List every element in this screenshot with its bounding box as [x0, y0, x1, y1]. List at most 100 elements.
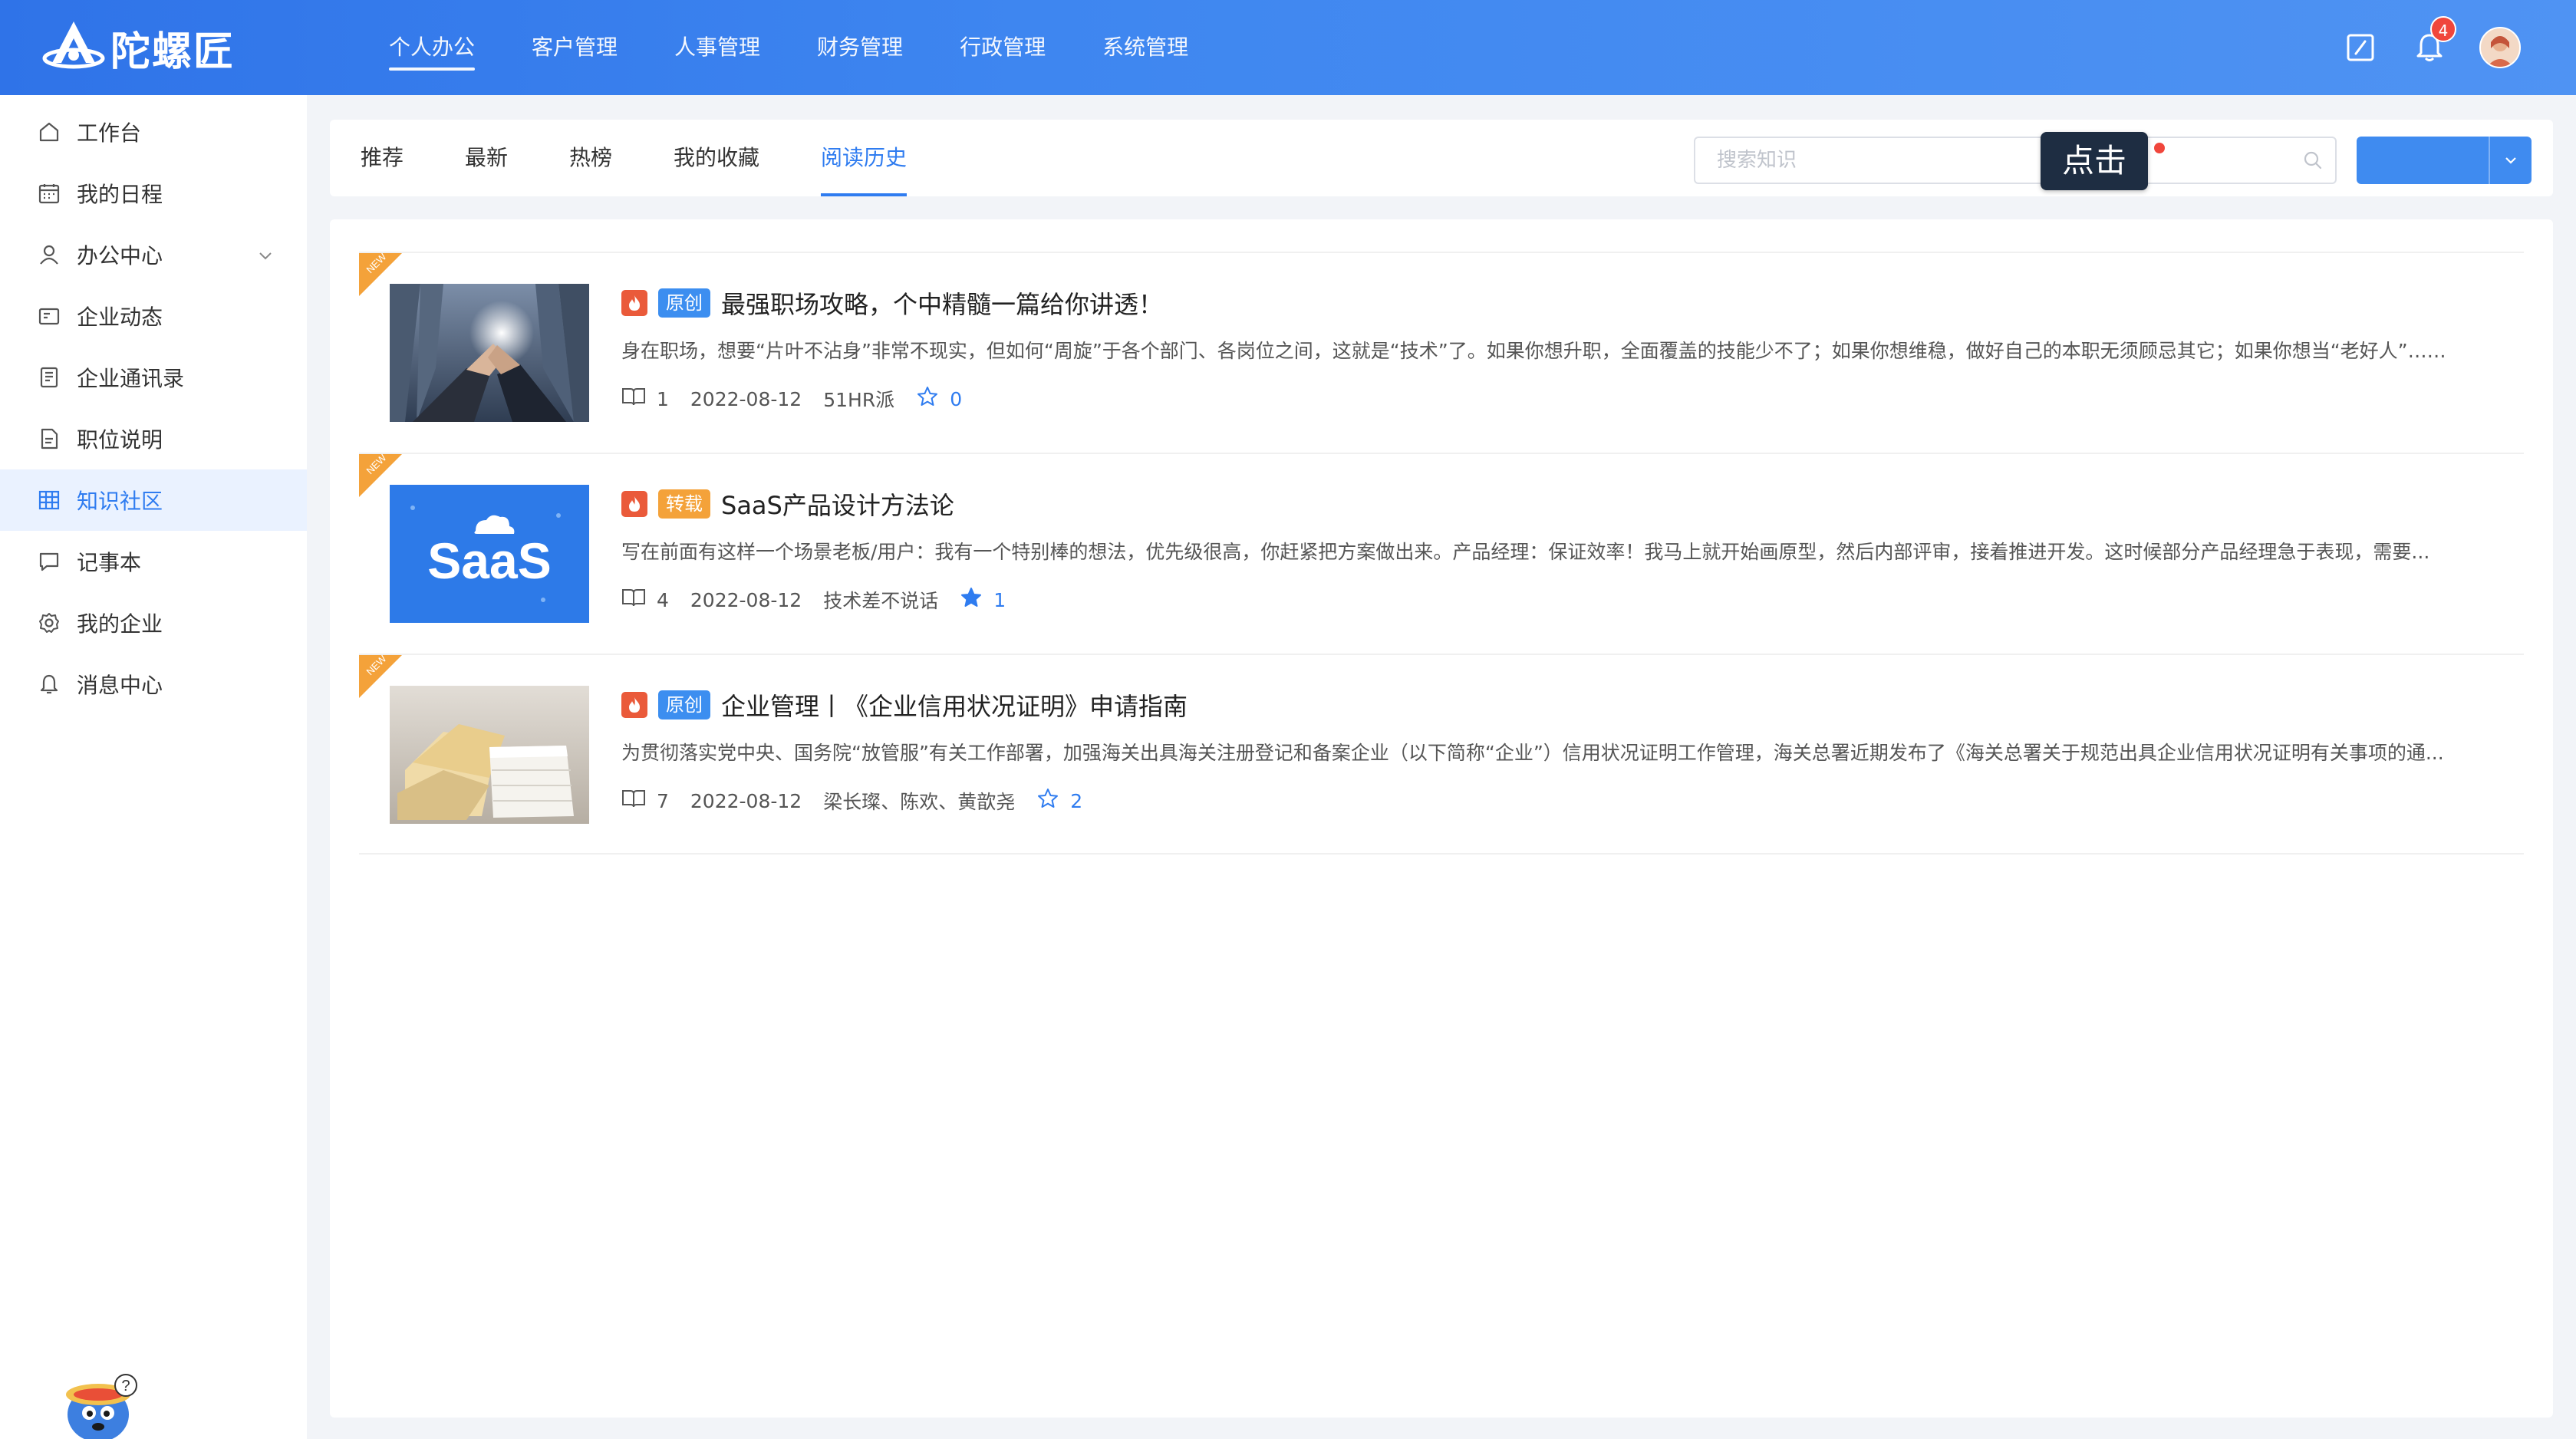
article-item[interactable]: NEW — [359, 654, 2524, 855]
sidebar-item-schedule[interactable]: 我的日程 — [0, 163, 307, 224]
publish-date: 2022-08-12 — [690, 789, 802, 812]
top-nav: 个人办公 客户管理 人事管理 财务管理 行政管理 系统管理 — [361, 0, 1217, 95]
sidebar-item-contacts[interactable]: 企业通讯录 — [0, 347, 307, 408]
avatar-icon — [2481, 28, 2519, 67]
sidebar-item-label: 我的日程 — [77, 182, 163, 207]
publish-date: 2022-08-12 — [690, 588, 802, 611]
chevron-down-icon — [256, 245, 275, 271]
favorite-count: 1 — [993, 588, 1006, 611]
sidebar-item-label: 消息中心 — [77, 673, 163, 698]
publish-date: 2022-08-12 — [690, 387, 802, 410]
user-icon — [37, 242, 61, 267]
article-title[interactable]: 企业管理丨《企业信用状况证明》申请指南 — [721, 687, 1188, 723]
article-summary: 写在前面有这样一个场景老板/用户：我有一个特别棒的想法，优先级很高，你赶紧把方案… — [621, 541, 2430, 563]
article-body: 原创 企业管理丨《企业信用状况证明》申请指南 为贯彻落实党中央、国务院“放管服”… — [621, 686, 2516, 815]
star-icon[interactable] — [916, 385, 939, 413]
header-actions: 4 — [2341, 0, 2521, 95]
topnav-item-finance[interactable]: 财务管理 — [789, 0, 931, 95]
book-icon — [621, 387, 646, 411]
search-input[interactable] — [1717, 149, 2284, 172]
sidebar-item-label: 知识社区 — [77, 489, 163, 514]
sidebar-item-office-center[interactable]: 办公中心 — [0, 224, 307, 285]
article-meta: 1 2022-08-12 51HR派 0 — [621, 385, 2516, 413]
split-dropdown-button[interactable] — [2489, 137, 2532, 184]
article-thumbnail[interactable]: SaaS — [390, 485, 589, 623]
sidebar-item-label: 企业动态 — [77, 305, 163, 330]
notification-button[interactable]: 4 — [2410, 16, 2456, 67]
article-title-row: 原创 企业管理丨《企业信用状况证明》申请指南 — [621, 686, 2516, 724]
topnav-item-system[interactable]: 系统管理 — [1074, 0, 1217, 95]
documents-image — [390, 686, 589, 824]
sidebar-item-label: 企业通讯录 — [77, 366, 185, 391]
edit-icon — [2347, 34, 2374, 61]
article-title-row: 转载 SaaS产品设计方法论 — [621, 485, 2516, 523]
topnav-item-customers[interactable]: 客户管理 — [503, 0, 646, 95]
contacts-icon — [37, 365, 61, 390]
news-icon — [37, 304, 61, 328]
topnav-item-admin[interactable]: 行政管理 — [931, 0, 1074, 95]
sidebar-item-notebook[interactable]: 记事本 — [0, 531, 307, 592]
article-title[interactable]: 最强职场攻略，个中精髓一篇给你讲透！ — [721, 285, 1163, 321]
grid-icon — [37, 488, 61, 512]
logo-icon — [42, 21, 105, 69]
article-type-tag: 原创 — [658, 690, 710, 720]
sidebar-item-news[interactable]: 企业动态 — [0, 285, 307, 347]
app-logo[interactable]: 陀螺匠 — [41, 18, 235, 77]
document-icon — [37, 426, 61, 451]
sidebar-item-label: 办公中心 — [77, 243, 163, 268]
cursor-indicator-dot — [2154, 143, 2165, 153]
user-avatar[interactable] — [2479, 27, 2521, 68]
sidebar-item-my-company[interactable]: 我的企业 — [0, 592, 307, 654]
search-icon[interactable] — [2301, 149, 2324, 175]
read-count: 1 — [657, 387, 669, 410]
favorite-count: 2 — [1070, 789, 1083, 812]
tab-reading-history[interactable]: 阅读历史 — [821, 120, 908, 196]
action-split-button[interactable] — [2357, 137, 2532, 184]
book-icon — [621, 588, 646, 612]
article-title-row: 原创 最强职场攻略，个中精髓一篇给你讲透！ — [621, 284, 2516, 322]
help-mascot-button[interactable]: ? — [55, 1361, 147, 1439]
teamwork-image — [390, 284, 589, 422]
sidebar-item-knowledge[interactable]: 知识社区 — [0, 469, 307, 531]
mascot-icon: ? — [66, 1374, 137, 1439]
sidebar-item-messages[interactable]: 消息中心 — [0, 654, 307, 715]
fire-icon — [621, 692, 647, 718]
gear-icon — [37, 611, 61, 635]
sidebar-item-workbench[interactable]: 工作台 — [0, 101, 307, 163]
article-meta: 7 2022-08-12 梁长璨、陈欢、黄歆尧 2 — [621, 787, 2516, 815]
article-body: 原创 最强职场攻略，个中精髓一篇给你讲透！ 身在职场，想要“片叶不沾身”非常不现… — [621, 284, 2516, 413]
tab-recommended[interactable]: 推荐 — [361, 120, 404, 196]
sidebar-item-job-description[interactable]: 职位说明 — [0, 408, 307, 469]
tab-latest[interactable]: 最新 — [465, 120, 508, 196]
favorite-count: 0 — [950, 387, 963, 410]
top-bar: 陀螺匠 个人办公 客户管理 人事管理 财务管理 行政管理 系统管理 4 — [0, 0, 2576, 95]
home-icon — [37, 120, 61, 144]
article-type-tag: 原创 — [658, 288, 710, 318]
fire-icon — [621, 290, 647, 316]
article-body: 转载 SaaS产品设计方法论 写在前面有这样一个场景老板/用户：我有一个特别棒的… — [621, 485, 2516, 614]
read-count: 7 — [657, 789, 669, 812]
article-title[interactable]: SaaS产品设计方法论 — [721, 486, 954, 522]
star-icon[interactable] — [960, 586, 983, 614]
article-author: 梁长璨、陈欢、黄歆尧 — [823, 791, 1016, 813]
tab-my-favorites[interactable]: 我的收藏 — [674, 120, 759, 196]
tab-hot[interactable]: 热榜 — [569, 120, 612, 196]
article-thumbnail[interactable] — [390, 284, 589, 422]
article-summary: 身在职场，想要“片叶不沾身”非常不现实，但如何“周旋”于各个部门、各岗位之间，这… — [621, 340, 2446, 362]
article-summary: 为贯彻落实党中央、国务院“放管服”有关工作部署，加强海关出具海关注册登记和备案企… — [621, 742, 2444, 764]
article-list-panel: NEW 原创 最强职场攻略，个中精髓一篇给你讲透！ 身在职场，想要“片叶不沾身”… — [330, 219, 2553, 1418]
topnav-item-hr[interactable]: 人事管理 — [646, 0, 789, 95]
article-item[interactable]: NEW — [359, 252, 2524, 453]
article-item[interactable]: NEW SaaS 转载 SaaS产品设计方法论 写在前面有这样一个场景老板/用户… — [359, 453, 2524, 654]
star-icon[interactable] — [1036, 787, 1059, 815]
article-thumbnail[interactable] — [390, 686, 589, 824]
read-count: 4 — [657, 588, 669, 611]
topnav-item-personal-office[interactable]: 个人办公 — [361, 0, 503, 95]
knowledge-tabs-bar: 推荐 最新 热榜 我的收藏 阅读历史 — [330, 120, 2553, 196]
saas-image: SaaS — [390, 485, 589, 623]
fire-icon — [621, 491, 647, 517]
svg-text:?: ? — [121, 1378, 130, 1395]
search-field[interactable] — [1694, 137, 2337, 184]
edit-button[interactable] — [2341, 28, 2380, 67]
sidebar-item-label: 记事本 — [77, 550, 142, 575]
